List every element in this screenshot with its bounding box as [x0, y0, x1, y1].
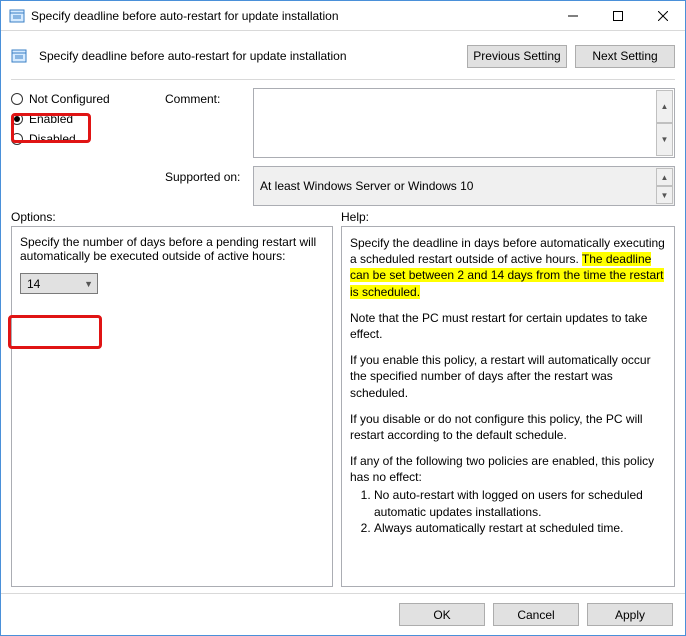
- radio-label: Enabled: [29, 112, 73, 126]
- scroll-up-icon[interactable]: ▲: [656, 90, 673, 123]
- maximize-button[interactable]: [595, 1, 640, 30]
- config-section: Not Configured Enabled Disabled Comment:…: [1, 84, 685, 206]
- radio-disabled[interactable]: Disabled: [11, 132, 151, 146]
- scroll-up-icon[interactable]: ▲: [656, 168, 673, 186]
- apply-button[interactable]: Apply: [587, 603, 673, 626]
- next-setting-button[interactable]: Next Setting: [575, 45, 675, 68]
- scroll-down-icon[interactable]: ▼: [656, 186, 673, 204]
- days-value: 14: [27, 277, 40, 291]
- state-radios: Not Configured Enabled Disabled: [11, 88, 151, 206]
- ok-button[interactable]: OK: [399, 603, 485, 626]
- previous-setting-button[interactable]: Previous Setting: [467, 45, 567, 68]
- comment-scrollbar[interactable]: ▲ ▼: [656, 90, 673, 156]
- help-paragraph: If any of the following two policies are…: [350, 453, 666, 485]
- header-subtitle: Specify deadline before auto-restart for…: [39, 49, 459, 63]
- minimize-button[interactable]: [550, 1, 595, 30]
- help-paragraph: Specify the deadline in days before auto…: [350, 235, 666, 300]
- radio-enabled[interactable]: Enabled: [11, 112, 151, 126]
- policy-icon: [11, 48, 27, 64]
- days-select[interactable]: 14 ▼: [20, 273, 98, 294]
- policy-icon: [9, 8, 25, 24]
- chevron-down-icon: ▼: [84, 279, 93, 289]
- main-row: Specify the number of days before a pend…: [1, 226, 685, 593]
- radio-icon: [11, 133, 23, 145]
- help-list: No auto-restart with logged on users for…: [350, 487, 666, 536]
- comment-label: Comment:: [165, 88, 245, 158]
- titlebar: Specify deadline before auto-restart for…: [1, 1, 685, 31]
- help-paragraph: If you disable or do not configure this …: [350, 411, 666, 443]
- comment-textarea[interactable]: ▲ ▼: [253, 88, 675, 158]
- comment-row: Comment: ▲ ▼: [165, 88, 675, 158]
- help-list-item: Always automatically restart at schedule…: [374, 520, 666, 536]
- options-panel: Specify the number of days before a pend…: [11, 226, 333, 587]
- radio-icon: [11, 93, 23, 105]
- radio-label: Not Configured: [29, 92, 110, 106]
- fields-column: Comment: ▲ ▼ Supported on: At least Wind…: [165, 88, 675, 206]
- cancel-button[interactable]: Cancel: [493, 603, 579, 626]
- supported-value: At least Windows Server or Windows 10: [260, 179, 473, 193]
- options-label: Options:: [11, 210, 341, 224]
- supported-scrollbar[interactable]: ▲ ▼: [656, 168, 673, 204]
- scroll-down-icon[interactable]: ▼: [656, 123, 673, 156]
- supported-on-field: At least Windows Server or Windows 10 ▲ …: [253, 166, 675, 206]
- header-row: Specify deadline before auto-restart for…: [1, 31, 685, 75]
- help-list-item: No auto-restart with logged on users for…: [374, 487, 666, 519]
- help-paragraph: Note that the PC must restart for certai…: [350, 310, 666, 342]
- option-description: Specify the number of days before a pend…: [20, 235, 324, 263]
- radio-icon: [11, 113, 23, 125]
- window-title: Specify deadline before auto-restart for…: [31, 9, 550, 23]
- help-panel: Specify the deadline in days before auto…: [341, 226, 675, 587]
- help-label: Help:: [341, 210, 369, 224]
- radio-label: Disabled: [29, 132, 76, 146]
- policy-editor-window: Specify deadline before auto-restart for…: [0, 0, 686, 636]
- mid-labels: Options: Help:: [1, 206, 685, 226]
- supported-row: Supported on: At least Windows Server or…: [165, 166, 675, 206]
- close-button[interactable]: [640, 1, 685, 30]
- radio-not-configured[interactable]: Not Configured: [11, 92, 151, 106]
- supported-label: Supported on:: [165, 166, 245, 206]
- divider: [11, 79, 675, 80]
- help-paragraph: If you enable this policy, a restart wil…: [350, 352, 666, 401]
- dialog-footer: OK Cancel Apply: [1, 593, 685, 635]
